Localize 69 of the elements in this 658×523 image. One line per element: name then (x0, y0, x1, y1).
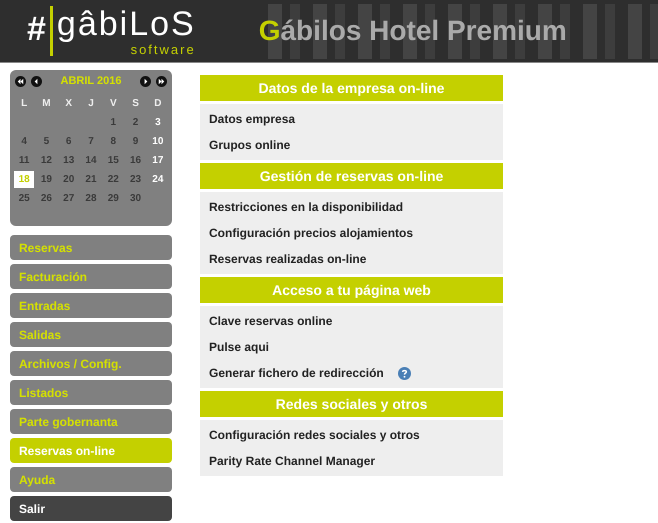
section-link[interactable]: Datos empresa (209, 110, 296, 128)
weekday-label: V (108, 96, 118, 110)
section-link[interactable]: Clave reservas online (209, 312, 332, 330)
weekday-label: S (131, 96, 140, 110)
calendar-day[interactable]: 23 (126, 170, 146, 188)
calendar-day[interactable]: 17 (148, 152, 168, 168)
menu-item[interactable]: Facturación (10, 264, 172, 289)
section-link[interactable]: Reservas realizadas on-line (209, 250, 366, 268)
calendar-day[interactable]: 29 (103, 190, 124, 206)
calendar-day[interactable]: 10 (148, 132, 168, 150)
calendar-day[interactable]: 16 (126, 152, 146, 168)
calendar-day[interactable]: 2 (126, 114, 146, 130)
logo-subtitle: software (130, 43, 196, 56)
calendar-day[interactable]: 15 (103, 152, 124, 168)
section-link[interactable]: Configuración precios alojamientos (209, 224, 414, 242)
calendar-day[interactable]: 30 (126, 190, 146, 206)
menu-item[interactable]: Entradas (10, 293, 172, 318)
help-icon[interactable] (398, 366, 411, 380)
calendar-day[interactable]: 4 (14, 132, 34, 150)
menu-item[interactable]: Reservas (10, 235, 172, 260)
weekday-label: D (153, 96, 162, 110)
menu-item[interactable]: Archivos / Config. (10, 351, 172, 376)
calendar-day[interactable]: 8 (103, 132, 124, 150)
calendar-day[interactable]: 9 (126, 132, 146, 150)
logo-mark: # (27, 12, 46, 46)
menu-item[interactable]: Salir (10, 496, 172, 521)
calendar-day[interactable]: 6 (58, 132, 79, 150)
calendar-day[interactable]: 1 (103, 114, 124, 130)
weekday-label: M (41, 96, 52, 110)
calendar-day[interactable]: 25 (14, 190, 34, 206)
calendar-day[interactable]: 14 (80, 152, 101, 168)
menu-item[interactable]: Ayuda (10, 467, 172, 492)
calendar-day[interactable]: 24 (148, 170, 168, 188)
calendar-day[interactable]: 20 (58, 170, 79, 188)
section-link[interactable]: Generar fichero de redirección (209, 364, 384, 382)
calendar-day[interactable]: 5 (36, 132, 56, 150)
menu-item[interactable]: Parte gobernanta (10, 409, 172, 434)
app-title: Gábilos Hotel Premium (258, 14, 567, 48)
calendar-day[interactable]: 18 (14, 170, 34, 188)
weekday-label: X (64, 96, 74, 110)
calendar-day[interactable]: 11 (14, 152, 34, 168)
menu-item[interactable]: Listados (10, 380, 172, 405)
section-header: Datos de la empresa on-line (200, 75, 503, 101)
calendar-month: ABRIL 2016 (60, 74, 122, 89)
weekday-label: L (20, 96, 28, 110)
section-link[interactable]: Configuración redes sociales y otros (209, 426, 420, 444)
calendar-day[interactable]: 13 (58, 152, 79, 168)
section-link[interactable]: Restricciones en la disponibilidad (209, 198, 404, 216)
section-header: Acceso a tu página web (200, 277, 503, 303)
section-header: Gestión de reservas on-line (200, 163, 503, 189)
calendar-day[interactable]: 27 (58, 190, 79, 206)
calendar-day[interactable]: 28 (80, 190, 101, 206)
double-arrow-icon[interactable] (15, 76, 26, 87)
calendar-day[interactable]: 26 (36, 190, 56, 206)
calendar-day[interactable]: 19 (36, 170, 56, 188)
calendar-day[interactable]: 22 (103, 170, 124, 188)
weekday-label: J (87, 96, 95, 110)
section-link[interactable]: Parity Rate Channel Manager (209, 452, 376, 470)
calendar-day[interactable]: 3 (148, 114, 168, 130)
section-link[interactable]: Grupos online (209, 136, 290, 154)
logo-name: gâbiLoS (56, 7, 196, 41)
calendar-day[interactable]: 21 (80, 170, 101, 188)
double-arrow-icon[interactable] (156, 76, 167, 87)
calendar-day[interactable]: 12 (36, 152, 56, 168)
section-header: Redes sociales y otros (200, 391, 503, 417)
section-link[interactable]: Pulse aqui (209, 338, 270, 356)
menu-item[interactable]: Salidas (10, 322, 172, 347)
menu-item[interactable]: Reservas on-line (10, 438, 172, 463)
calendar-day[interactable]: 7 (80, 132, 101, 150)
